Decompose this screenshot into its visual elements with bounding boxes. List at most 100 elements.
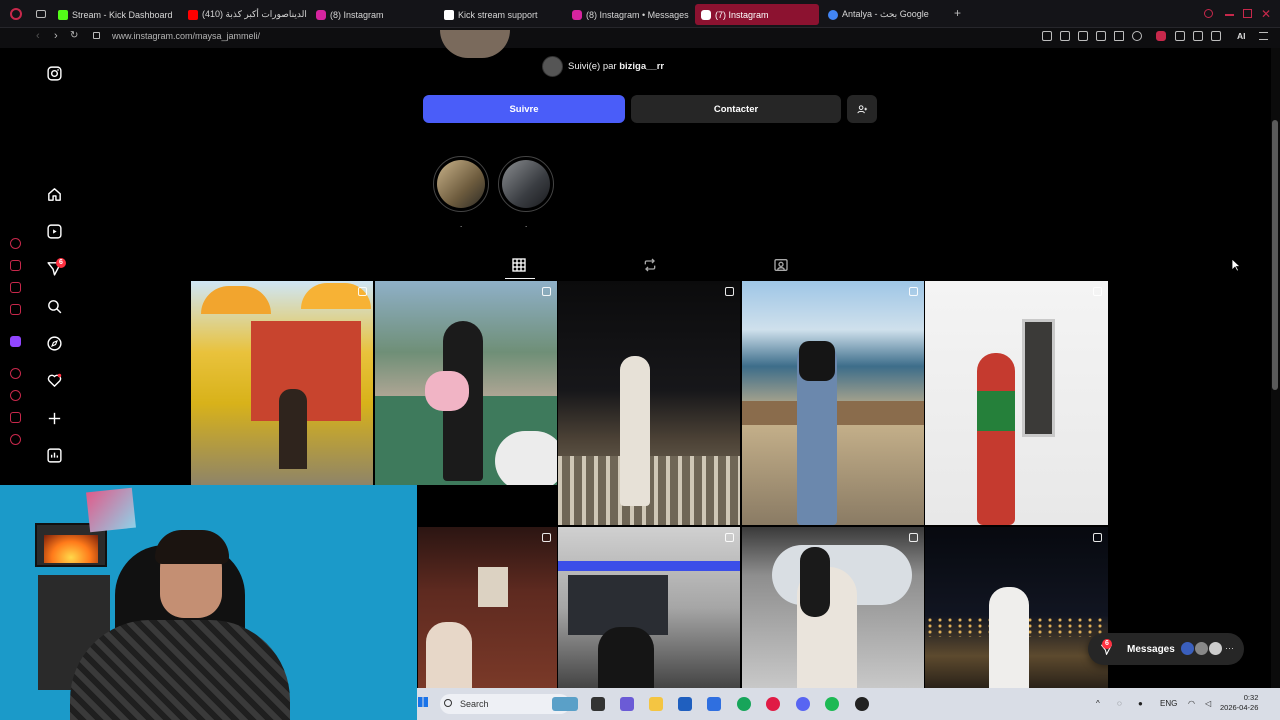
- instagram-logo-icon[interactable]: [45, 64, 63, 82]
- post-thumbnail[interactable]: [558, 281, 740, 525]
- search-tabs-icon[interactable]: [1204, 9, 1213, 18]
- play-icon[interactable]: [1114, 31, 1124, 41]
- heart-notifications-icon[interactable]: [45, 371, 63, 389]
- post-thumbnail[interactable]: [742, 527, 924, 688]
- tab-youtube[interactable]: (410) الديناصورات أكبر كذبة: [188, 4, 310, 25]
- opera-messenger-icon[interactable]: [10, 304, 21, 315]
- profile-icon[interactable]: [1193, 31, 1203, 41]
- file-explorer-icon[interactable]: [649, 697, 663, 711]
- tab-instagram-messages[interactable]: (8) Instagram • Messages: [572, 4, 692, 25]
- tab-google-antalya[interactable]: Antalya - بحث Google: [828, 4, 948, 25]
- profile-avatar[interactable]: [440, 30, 510, 58]
- url-field[interactable]: www.instagram.com/maysa_jammeli/: [112, 31, 260, 41]
- reels-icon[interactable]: [45, 222, 63, 240]
- reposts-tab[interactable]: [642, 257, 658, 273]
- follower-avatar[interactable]: [542, 56, 563, 77]
- story-highlight[interactable]: [498, 156, 554, 212]
- task-view-icon[interactable]: [591, 697, 605, 711]
- create-icon[interactable]: [45, 409, 63, 427]
- opera-player-icon[interactable]: [10, 368, 21, 379]
- pin-icon[interactable]: [1042, 31, 1052, 41]
- followed-by-username[interactable]: biziga__rr: [619, 61, 664, 72]
- avatar: [1194, 641, 1209, 656]
- windows-start-icon[interactable]: [418, 697, 428, 707]
- tray-chevron-icon[interactable]: ^: [1096, 699, 1100, 708]
- search-icon[interactable]: [45, 297, 63, 315]
- taskbar-search[interactable]: Search: [440, 694, 570, 714]
- post-thumbnail[interactable]: [375, 281, 557, 485]
- network-icon[interactable]: ◌: [1117, 699, 1122, 708]
- messages-label: Messages: [1127, 643, 1175, 655]
- tab-kick-dashboard[interactable]: Stream - Kick Dashboard: [58, 4, 178, 25]
- snapshot-icon[interactable]: [1060, 31, 1070, 41]
- posts-grid-tab[interactable]: [511, 257, 527, 273]
- opera-logo-icon[interactable]: [10, 8, 22, 20]
- volume-icon[interactable]: ◁: [1205, 699, 1211, 708]
- reload-icon[interactable]: ↻: [70, 30, 78, 41]
- home-icon[interactable]: [45, 185, 63, 203]
- settings-icon[interactable]: [10, 434, 21, 445]
- widget-icon[interactable]: [552, 697, 578, 711]
- app-icon[interactable]: [855, 697, 869, 711]
- app-icon[interactable]: [707, 697, 721, 711]
- opera-ai-icon[interactable]: [10, 238, 21, 249]
- tab-kick-support[interactable]: Kick stream support: [444, 4, 564, 25]
- opera-icon[interactable]: [766, 697, 780, 711]
- clock[interactable]: 0:32 2026-04-26: [1220, 693, 1258, 713]
- language-indicator[interactable]: ENG: [1160, 699, 1177, 708]
- ai-button[interactable]: AI: [1237, 31, 1246, 41]
- post-thumbnail[interactable]: [925, 281, 1108, 525]
- webcam-overlay: [0, 485, 417, 720]
- twitch-icon[interactable]: [10, 336, 21, 347]
- download-icon[interactable]: [1211, 31, 1221, 41]
- extensions-icon[interactable]: [1175, 31, 1185, 41]
- edge-icon[interactable]: [737, 697, 751, 711]
- mic-icon[interactable]: ●: [1138, 699, 1143, 708]
- highlight-label: .: [460, 220, 463, 229]
- explore-icon[interactable]: [45, 334, 63, 352]
- maximize-icon[interactable]: [1243, 9, 1252, 18]
- tab-instagram-active[interactable]: (7) Instagram: [695, 4, 819, 25]
- store-icon[interactable]: [678, 697, 692, 711]
- back-icon[interactable]: ‹: [36, 30, 40, 42]
- grid-icon: [512, 258, 526, 272]
- post-thumbnail[interactable]: [191, 281, 373, 485]
- spotify-icon[interactable]: [825, 697, 839, 711]
- forward-icon[interactable]: ›: [54, 30, 58, 42]
- follow-button[interactable]: Suivre: [423, 95, 625, 123]
- post-thumbnail[interactable]: [418, 527, 557, 688]
- discord-icon[interactable]: [796, 697, 810, 711]
- dashboard-icon[interactable]: [45, 446, 63, 464]
- story-highlight[interactable]: [433, 156, 489, 212]
- instagram-icon: [316, 9, 326, 20]
- opera-flow-icon[interactable]: [10, 412, 21, 423]
- new-tab-button[interactable]: +: [952, 7, 963, 19]
- post-thumbnail[interactable]: [558, 527, 740, 688]
- youtube-icon: [188, 9, 198, 20]
- close-icon[interactable]: ✕: [1261, 7, 1271, 21]
- tab-overview-icon[interactable]: [36, 10, 46, 18]
- followed-by-text[interactable]: Suivi(e) par biziga__rr: [568, 61, 664, 72]
- more-icon[interactable]: ⋯: [1225, 643, 1234, 654]
- suggested-accounts-button[interactable]: [847, 95, 877, 123]
- translate-icon[interactable]: [1096, 31, 1106, 41]
- opera-workspace-icon[interactable]: [10, 260, 21, 271]
- opera-notes-icon[interactable]: [10, 282, 21, 293]
- scrollbar-thumb[interactable]: [1272, 120, 1278, 390]
- heart-icon[interactable]: [1132, 31, 1142, 41]
- wifi-icon[interactable]: ◠: [1188, 699, 1195, 708]
- tab-instagram-1[interactable]: (8) Instagram: [316, 4, 436, 25]
- extension-shield-icon[interactable]: [1156, 31, 1166, 41]
- tagged-tab[interactable]: [773, 257, 789, 273]
- shield-icon[interactable]: [1078, 31, 1088, 41]
- post-thumbnail[interactable]: [925, 527, 1108, 688]
- messages-badge: 6: [1102, 639, 1112, 649]
- post-thumbnail[interactable]: [742, 281, 924, 525]
- app-icon[interactable]: [620, 697, 634, 711]
- history-icon[interactable]: [10, 390, 21, 401]
- kick-icon: [58, 9, 68, 20]
- minimize-icon[interactable]: [1225, 14, 1234, 16]
- lock-icon: [93, 32, 100, 39]
- menu-icon[interactable]: [1259, 32, 1268, 40]
- contact-button[interactable]: Contacter: [631, 95, 841, 123]
